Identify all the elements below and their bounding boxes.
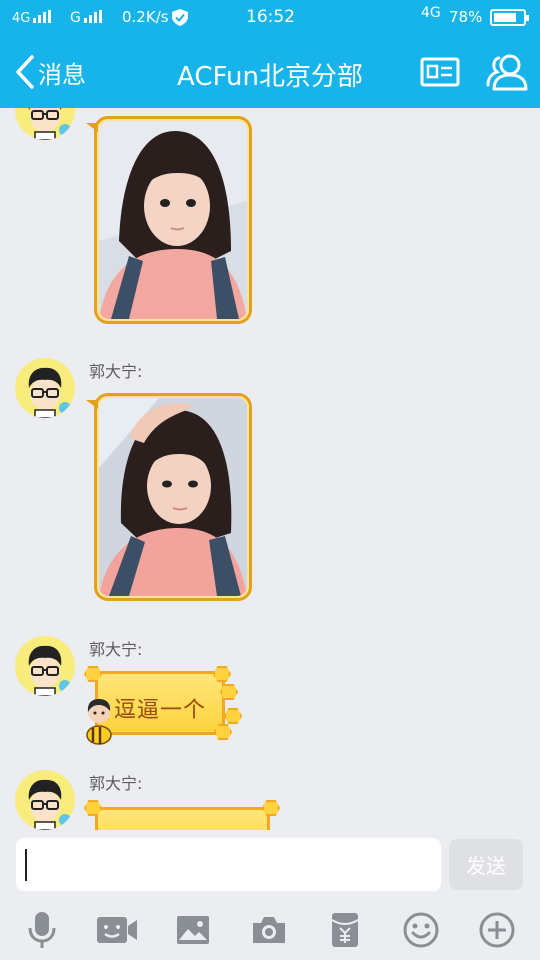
signal-icon bbox=[33, 10, 52, 23]
network-speed: 0.2K/s bbox=[122, 8, 169, 26]
photo[interactable] bbox=[99, 398, 247, 596]
photo-album-button[interactable] bbox=[169, 908, 217, 952]
group-profile-button[interactable] bbox=[418, 50, 462, 94]
avatar-face-icon bbox=[28, 645, 71, 696]
avatar[interactable] bbox=[15, 108, 75, 140]
group-members-icon bbox=[486, 54, 528, 91]
input-toolbar bbox=[0, 900, 540, 960]
honey-bubble[interactable] bbox=[95, 807, 270, 830]
avatar[interactable] bbox=[15, 636, 75, 696]
image-message[interactable] bbox=[86, 116, 252, 324]
send-button[interactable]: 发送 bbox=[449, 839, 523, 890]
camera-icon bbox=[253, 917, 285, 943]
network-indicator-2: G bbox=[70, 8, 102, 26]
sender-name: 郭大宁: bbox=[89, 640, 143, 659]
avatar-face-icon bbox=[28, 108, 71, 140]
red-packet-icon bbox=[331, 913, 359, 947]
camera-button[interactable] bbox=[245, 908, 293, 952]
bee-mascot-icon bbox=[86, 699, 112, 745]
bubble-tail bbox=[86, 400, 98, 409]
honeycomb-decoration bbox=[224, 708, 242, 724]
message-text: 逗逼一个 bbox=[113, 698, 206, 723]
image-message[interactable] bbox=[86, 393, 252, 601]
plus-icon bbox=[479, 912, 515, 948]
avatar[interactable] bbox=[15, 358, 75, 418]
signal-icon bbox=[83, 10, 102, 23]
status-bar: 4G G 0.2K/s 16:52 4G 78% bbox=[0, 0, 540, 34]
battery-percent: 78% bbox=[449, 8, 483, 26]
avatar[interactable] bbox=[15, 770, 75, 830]
voice-button[interactable] bbox=[18, 908, 66, 952]
network-indicator-1: 4G bbox=[12, 8, 52, 26]
members-button[interactable] bbox=[485, 50, 529, 94]
honey-bubble[interactable]: 逗逼一个 bbox=[95, 671, 225, 735]
bubble-tail bbox=[86, 123, 98, 132]
id-card-icon bbox=[420, 57, 460, 87]
chat-message-list[interactable]: 郭大宁: 郭大宁: 逗逼一个 郭大宁: bbox=[0, 108, 540, 830]
message-input[interactable] bbox=[16, 838, 441, 891]
back-label: 消息 bbox=[38, 60, 86, 89]
chevron-left-icon bbox=[16, 55, 34, 89]
avatar-face-icon bbox=[28, 367, 71, 418]
video-call-button[interactable] bbox=[93, 908, 141, 952]
avatar-face-icon bbox=[28, 779, 71, 830]
selfie-photo-2 bbox=[99, 398, 247, 596]
title-bar: 消息 ACFun北京分部 bbox=[0, 34, 540, 108]
more-button[interactable] bbox=[473, 908, 521, 952]
photo[interactable] bbox=[99, 121, 247, 319]
battery-level bbox=[494, 13, 516, 22]
text-cursor bbox=[25, 849, 27, 881]
microphone-icon bbox=[28, 912, 56, 948]
red-packet-button[interactable] bbox=[321, 908, 369, 952]
composer-bar: 发送 bbox=[0, 830, 540, 900]
picture-icon bbox=[177, 916, 209, 944]
emoji-button[interactable] bbox=[397, 908, 445, 952]
sender-name: 郭大宁: bbox=[89, 362, 143, 381]
shield-icon bbox=[172, 9, 188, 26]
sender-name: 郭大宁: bbox=[89, 774, 143, 793]
battery-icon bbox=[490, 9, 529, 26]
network-indicator-3: 4G bbox=[421, 5, 441, 21]
clock: 16:52 bbox=[246, 7, 295, 27]
video-call-icon bbox=[97, 917, 137, 943]
emoji-icon bbox=[403, 912, 439, 948]
selfie-photo-1 bbox=[99, 121, 247, 319]
back-button[interactable]: 消息 bbox=[14, 52, 86, 92]
